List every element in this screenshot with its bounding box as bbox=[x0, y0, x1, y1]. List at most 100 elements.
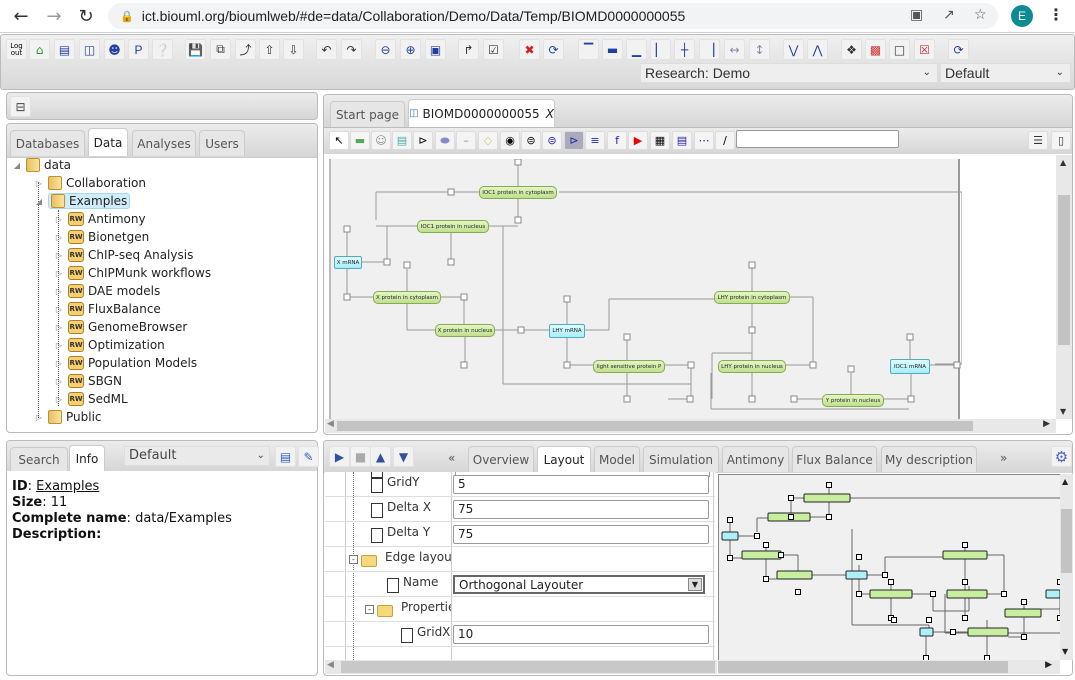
star-icon[interactable]: ☆ bbox=[974, 7, 987, 23]
redo-icon[interactable]: ↷ bbox=[341, 39, 362, 60]
collapse-arrow-icon[interactable]: ◢ bbox=[12, 161, 22, 170]
remove-compartment-icon[interactable]: ☒ bbox=[914, 39, 935, 60]
scroll-right-icon[interactable]: ▶ bbox=[1045, 660, 1052, 670]
property-value-input[interactable]: 10 bbox=[453, 625, 709, 644]
diagram-node[interactable]: X mRNA bbox=[334, 256, 362, 269]
diagram-node[interactable]: IOC1 protein in cytoplasm bbox=[479, 186, 557, 199]
diagram-port[interactable] bbox=[686, 395, 694, 403]
expand-arrow-icon[interactable]: ▷ bbox=[54, 377, 64, 386]
tree-node-example[interactable]: ▷ RW Optimization bbox=[54, 336, 165, 354]
diagram-port[interactable] bbox=[343, 225, 351, 233]
translate-icon[interactable]: ▣ bbox=[910, 7, 923, 23]
tab-flux-balance[interactable]: Flux Balance bbox=[792, 446, 877, 472]
diagram-port[interactable] bbox=[460, 361, 468, 369]
ellipse-tool-icon[interactable]: ⬬ bbox=[435, 131, 455, 150]
equal-tool-icon[interactable]: ⊜ bbox=[542, 131, 562, 150]
diagram-port[interactable] bbox=[383, 258, 391, 266]
diagram-node[interactable]: light sensitive protein P bbox=[593, 360, 665, 373]
tab-info[interactable]: Info bbox=[69, 445, 105, 471]
diagram-port[interactable] bbox=[847, 365, 855, 373]
save-as-icon[interactable]: ⧉ bbox=[210, 39, 231, 60]
refresh-selection-icon[interactable]: ⟳ bbox=[543, 39, 564, 60]
scroll-left-icon[interactable]: ◀ bbox=[327, 419, 334, 429]
table-tool-icon[interactable]: ▦ bbox=[650, 131, 670, 150]
tree-node-data[interactable]: ◢ data bbox=[12, 156, 71, 174]
tab-layout[interactable]: Layout bbox=[537, 446, 591, 472]
expand-arrow-icon[interactable]: ▷ bbox=[54, 215, 64, 224]
layout-split-h-icon[interactable]: ▤ bbox=[54, 39, 75, 60]
forward-icon[interactable]: → bbox=[42, 4, 66, 28]
expand-arrow-icon[interactable]: ▷ bbox=[54, 233, 64, 242]
tree-node-example[interactable]: ▷ RW SedML bbox=[54, 390, 128, 408]
property-value-input[interactable]: 5 bbox=[453, 475, 709, 494]
tab-simulation[interactable]: Simulation bbox=[643, 446, 719, 472]
diagram-node[interactable]: IOC1 mRNA bbox=[890, 359, 930, 374]
share-icon[interactable]: ↗ bbox=[943, 7, 955, 23]
tree-node-public[interactable]: ▷ Public bbox=[34, 408, 102, 426]
expand-arrow-icon[interactable]: ▷ bbox=[54, 269, 64, 278]
diagram-port[interactable] bbox=[343, 293, 351, 301]
run-tool-icon[interactable]: ▶ bbox=[628, 131, 648, 150]
diagram-node[interactable]: LHY protein in nucleus bbox=[718, 360, 786, 373]
undo-icon[interactable]: ↶ bbox=[316, 39, 337, 60]
diagram-port[interactable] bbox=[748, 395, 756, 403]
distribute-v-icon[interactable]: ↕ bbox=[749, 39, 770, 60]
straight-line-tool-icon[interactable]: ∕ bbox=[715, 131, 735, 150]
diagram-port[interactable] bbox=[748, 261, 756, 269]
new-document-icon[interactable]: ⤴ bbox=[235, 39, 256, 60]
tab-users[interactable]: Users bbox=[199, 130, 245, 156]
diagram-port[interactable] bbox=[906, 333, 914, 341]
zoom-out-icon[interactable]: ⊖ bbox=[375, 39, 396, 60]
tree-node-examples[interactable]: ◢ Examples bbox=[34, 192, 131, 210]
upload-icon[interactable]: ⇧ bbox=[259, 39, 280, 60]
function-tool-icon[interactable]: f bbox=[607, 131, 627, 150]
tab-biomd0000000055[interactable]: ◫ BIOMD0000000055 X bbox=[408, 99, 555, 127]
expand-arrow-icon[interactable]: ▷ bbox=[54, 395, 64, 404]
property-hscrollbar[interactable]: ◀ bbox=[325, 660, 717, 674]
stop-icon[interactable]: ■ bbox=[350, 446, 371, 467]
diagram-port[interactable] bbox=[790, 395, 798, 403]
note-tool-icon[interactable]: ▤ bbox=[672, 131, 692, 150]
layout-split-v-icon[interactable]: ◫ bbox=[79, 39, 100, 60]
property-value-input[interactable]: 75 bbox=[453, 525, 709, 544]
collapse-all-icon[interactable]: ⊟ bbox=[10, 96, 31, 117]
expand-arrow-icon[interactable]: ▷ bbox=[54, 251, 64, 260]
expand-arrow-icon[interactable]: ▷ bbox=[54, 341, 64, 350]
diagram-port[interactable] bbox=[514, 159, 522, 166]
address-bar[interactable]: 🔒 ict.biouml.org/bioumlweb/#de=data/Coll… bbox=[108, 3, 998, 29]
checklist-icon[interactable]: ☑ bbox=[483, 39, 504, 60]
tree-node-example[interactable]: ▷ RW SBGN bbox=[54, 372, 122, 390]
id-link[interactable]: Examples bbox=[36, 479, 99, 494]
diagram-vscrollbar[interactable]: ▲ ▼ bbox=[1056, 155, 1072, 419]
download-icon[interactable]: ⇩ bbox=[283, 39, 304, 60]
diagram-node[interactable]: X protein in cytoplasm bbox=[373, 291, 441, 304]
dotted-line-tool-icon[interactable]: ⋯ bbox=[694, 131, 714, 150]
perspective-select[interactable]: Default ⌄ bbox=[940, 63, 1071, 83]
expand-arrow-icon[interactable]: ▷ bbox=[54, 287, 64, 296]
research-select[interactable]: Research: Demo ⌄ bbox=[640, 63, 938, 83]
diagram-port[interactable] bbox=[514, 216, 522, 224]
overview-hscrollbar[interactable]: ▶ bbox=[718, 660, 1060, 674]
help-icon[interactable]: ❔ bbox=[152, 39, 173, 60]
logout-button[interactable]: Log out bbox=[6, 39, 27, 60]
apply-layout-icon[interactable]: ▩ bbox=[865, 39, 886, 60]
url-text[interactable]: ict.biouml.org/bioumlweb/#de=data/Collab… bbox=[142, 8, 686, 24]
tab-databases[interactable]: Databases bbox=[10, 130, 85, 156]
diagram-port[interactable] bbox=[563, 361, 571, 369]
tabs-next-icon[interactable]: » bbox=[1000, 451, 1007, 465]
diagram-port[interactable] bbox=[517, 326, 525, 334]
close-tab-icon[interactable]: X bbox=[546, 107, 554, 121]
tab-my-description[interactable]: My description bbox=[881, 446, 977, 472]
scroll-down-icon[interactable]: ▼ bbox=[1060, 407, 1066, 416]
scroll-thumb[interactable] bbox=[341, 661, 715, 673]
move-down-icon[interactable]: ▼ bbox=[393, 446, 414, 467]
align-bottom-icon[interactable]: ▁ bbox=[626, 39, 647, 60]
diagram-hscrollbar[interactable]: ◀ ▶ bbox=[325, 419, 1056, 433]
diagram-viewport[interactable]: IOC1 protein in cytoplasm IOC1 protein in… bbox=[325, 155, 1055, 419]
tab-antimony[interactable]: Antimony bbox=[722, 446, 789, 472]
and-tool-icon[interactable]: ◉ bbox=[500, 131, 520, 150]
diagram-port[interactable] bbox=[623, 333, 631, 341]
user-icon[interactable]: ☻ bbox=[104, 39, 125, 60]
tab-analyses[interactable]: Analyses bbox=[132, 130, 196, 156]
folder-tool-icon[interactable]: ▤ bbox=[392, 131, 412, 150]
